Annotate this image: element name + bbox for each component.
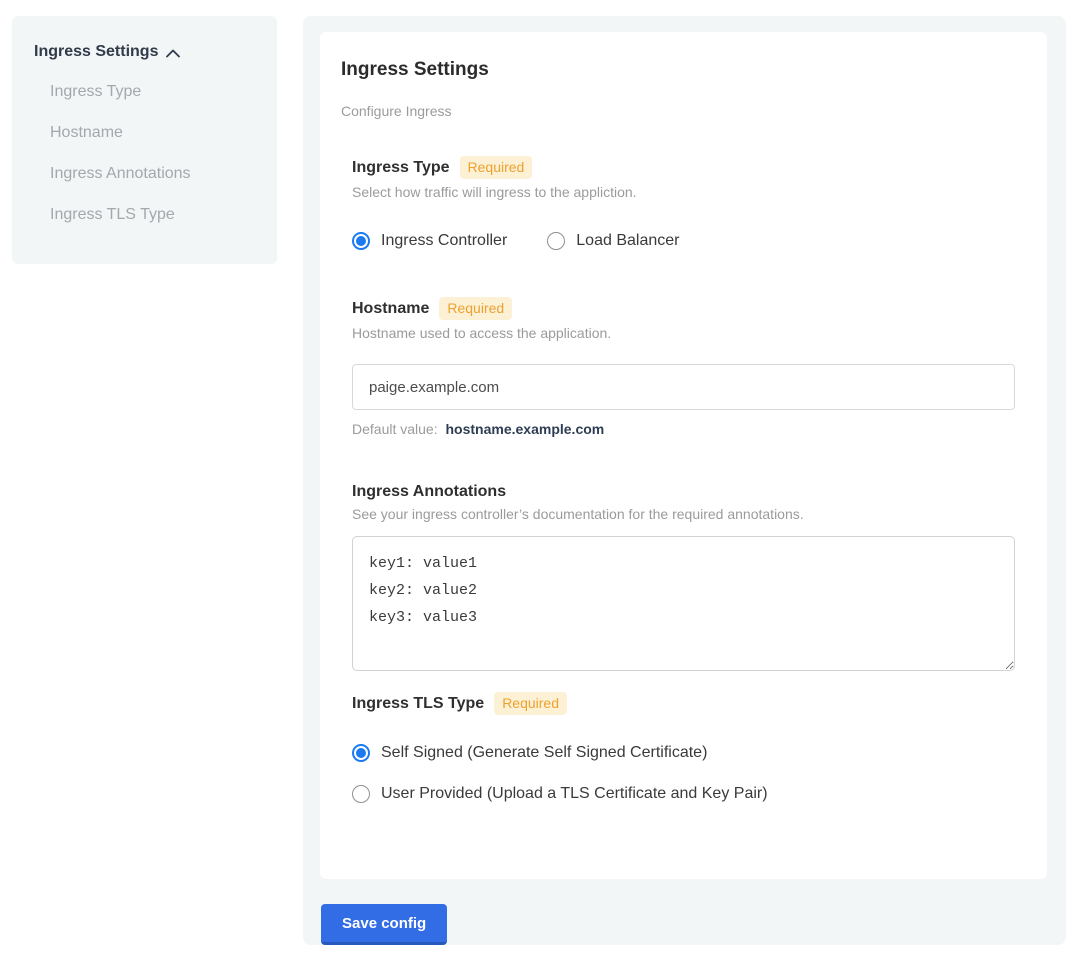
hostname-input[interactable]	[352, 364, 1015, 410]
radio-circle-icon	[352, 232, 370, 250]
radio-circle-icon	[352, 785, 370, 803]
section-ingress-annotations: Ingress Annotations See your ingress con…	[352, 482, 1015, 671]
required-badge: Required	[439, 297, 512, 320]
section-ingress-tls-type: Ingress TLS Type Required Self Signed (G…	[352, 692, 1015, 803]
radio-load-balancer[interactable]: Load Balancer	[547, 231, 679, 250]
sidebar-item-ingress-annotations[interactable]: Ingress Annotations	[50, 165, 259, 183]
ingress-annotations-help: See your ingress controller’s documentat…	[352, 506, 1015, 522]
section-ingress-type: Ingress Type Required Select how traffic…	[352, 156, 1015, 250]
save-config-button[interactable]: Save config	[321, 904, 447, 945]
section-hostname: Hostname Required Hostname used to acces…	[352, 297, 1015, 437]
sidebar-group-ingress-settings[interactable]: Ingress Settings	[34, 43, 259, 61]
radio-label: Ingress Controller	[381, 231, 507, 250]
radio-circle-icon	[547, 232, 565, 250]
ingress-tls-type-label: Ingress TLS Type	[352, 694, 484, 713]
ingress-type-label: Ingress Type	[352, 158, 450, 177]
page-title: Ingress Settings	[341, 60, 1015, 80]
sidebar-item-hostname[interactable]: Hostname	[50, 124, 259, 142]
sidebar-item-ingress-type[interactable]: Ingress Type	[50, 83, 259, 101]
ingress-type-radio-group: Ingress Controller Load Balancer	[352, 231, 1015, 250]
radio-label: User Provided (Upload a TLS Certificate …	[381, 784, 768, 803]
radio-self-signed[interactable]: Self Signed (Generate Self Signed Certif…	[352, 743, 1015, 762]
required-badge: Required	[460, 156, 533, 179]
hostname-label-row: Hostname Required	[352, 297, 1015, 320]
chevron-up-icon	[166, 49, 180, 58]
page-subtitle: Configure Ingress	[341, 103, 1015, 119]
config-nav-sidebar: Ingress Settings Ingress Type Hostname I…	[12, 16, 277, 264]
radio-circle-icon	[352, 744, 370, 762]
ingress-annotations-label-row: Ingress Annotations	[352, 482, 1015, 501]
ingress-type-label-row: Ingress Type Required	[352, 156, 1015, 179]
ingress-annotations-textarea[interactable]: key1: value1 key2: value2 key3: value3	[352, 536, 1015, 671]
ingress-tls-type-label-row: Ingress TLS Type Required	[352, 692, 1015, 715]
sidebar-item-ingress-tls-type[interactable]: Ingress TLS Type	[50, 206, 259, 224]
radio-label: Load Balancer	[576, 231, 679, 250]
config-card: Ingress Settings Configure Ingress Ingre…	[320, 32, 1047, 879]
radio-user-provided[interactable]: User Provided (Upload a TLS Certificate …	[352, 784, 1015, 803]
hostname-help: Hostname used to access the application.	[352, 325, 1015, 341]
default-value-text: hostname.example.com	[446, 421, 605, 437]
required-badge: Required	[494, 692, 567, 715]
ingress-tls-radio-group: Self Signed (Generate Self Signed Certif…	[352, 743, 1015, 803]
sidebar-item-list: Ingress Type Hostname Ingress Annotation…	[34, 83, 259, 224]
ingress-type-help: Select how traffic will ingress to the a…	[352, 184, 1015, 200]
ingress-annotations-label: Ingress Annotations	[352, 482, 506, 501]
hostname-label: Hostname	[352, 299, 429, 318]
radio-ingress-controller[interactable]: Ingress Controller	[352, 231, 507, 250]
default-value-prefix: Default value:	[352, 421, 438, 437]
sidebar-group-label: Ingress Settings	[34, 43, 158, 61]
config-panel: Ingress Settings Configure Ingress Ingre…	[303, 16, 1066, 945]
radio-label: Self Signed (Generate Self Signed Certif…	[381, 743, 707, 762]
hostname-default-line: Default value: hostname.example.com	[352, 421, 1015, 437]
page: Ingress Settings Ingress Type Hostname I…	[0, 0, 1090, 969]
